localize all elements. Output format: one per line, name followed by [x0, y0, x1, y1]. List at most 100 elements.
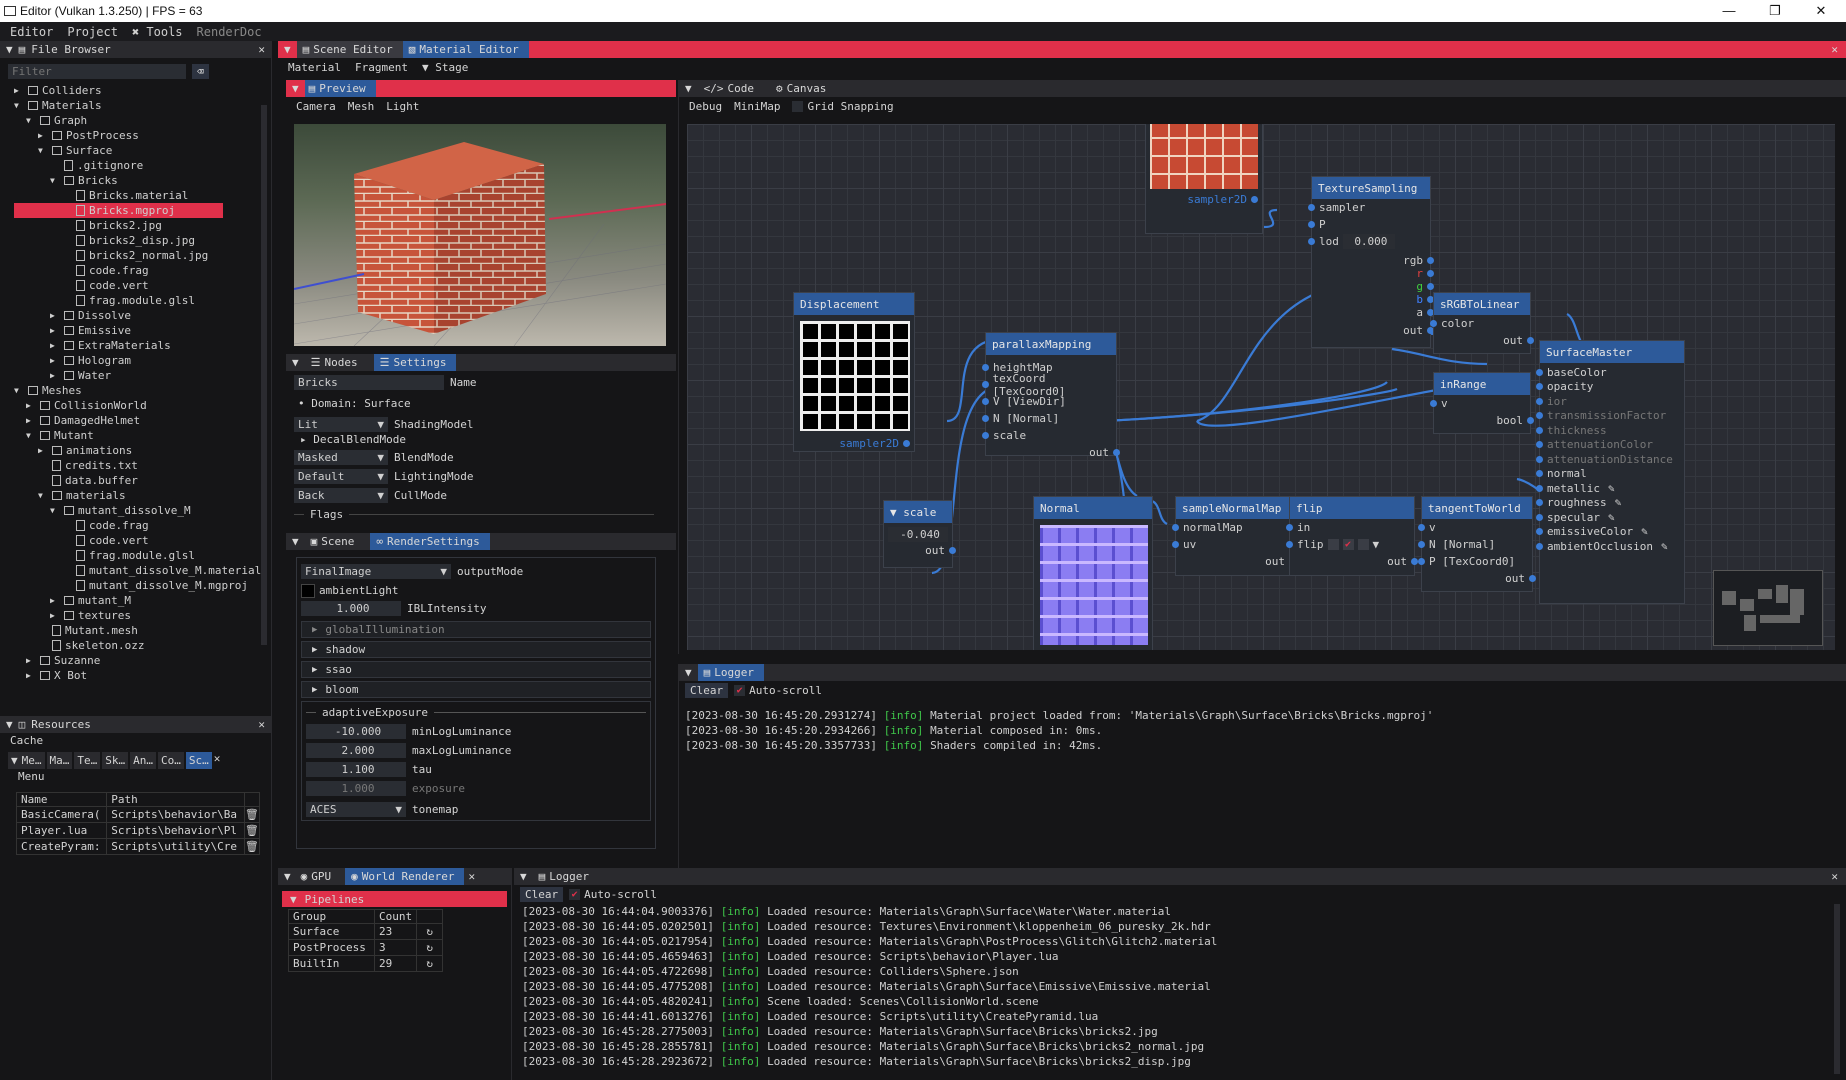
- column-header-count[interactable]: Count: [373, 909, 418, 924]
- input-pin[interactable]: [982, 364, 989, 371]
- file-item[interactable]: code.frag: [14, 518, 271, 533]
- collapse-icon[interactable]: ▼: [292, 535, 299, 548]
- reload-icon[interactable]: ↻: [416, 955, 444, 972]
- chevron-right-icon[interactable]: ▶: [50, 341, 60, 350]
- resource-tab[interactable]: An…: [130, 752, 156, 769]
- shading-model-select[interactable]: Lit ▼: [294, 417, 388, 432]
- tab-logger[interactable]: ▤ Logger: [697, 664, 764, 681]
- canvas-minimap[interactable]: [1713, 570, 1823, 646]
- chevron-down-icon[interactable]: ▼: [38, 491, 48, 500]
- chevron-right-icon[interactable]: ▶: [14, 86, 24, 95]
- folder-item[interactable]: ▼ Meshes: [14, 383, 271, 398]
- file-item[interactable]: data.buffer: [14, 473, 271, 488]
- input-pin[interactable]: [982, 398, 989, 405]
- node-srgb-to-linear[interactable]: sRGBToLinear color out: [1430, 292, 1534, 354]
- output-pin[interactable]: [1527, 337, 1534, 344]
- input-pin[interactable]: [982, 381, 989, 388]
- input-pin[interactable]: [1430, 320, 1437, 327]
- grid-snapping-checkbox[interactable]: [792, 101, 804, 112]
- close-panel-icon[interactable]: ✕: [258, 718, 265, 731]
- chevron-down-icon[interactable]: ▼: [14, 101, 24, 110]
- chevron-right-icon[interactable]: ▶: [50, 611, 60, 620]
- reload-icon[interactable]: ↻: [416, 939, 444, 956]
- file-item[interactable]: Mutant.mesh: [14, 623, 271, 638]
- node-displacement[interactable]: Displacement sampler2D: [793, 292, 915, 452]
- menu-debug[interactable]: Debug: [689, 100, 722, 113]
- menu-project[interactable]: Project: [67, 25, 118, 39]
- collapse-icon[interactable]: ▼: [11, 754, 18, 767]
- section-bloom[interactable]: ▶ bloom: [301, 681, 651, 698]
- edit-icon[interactable]: ✎: [1608, 482, 1615, 495]
- lod-value-input[interactable]: 0.000: [1342, 234, 1395, 249]
- table-row[interactable]: Player.lua Scripts\behavior\Pl 🗑: [15, 822, 261, 839]
- collapse-icon[interactable]: ▼: [292, 356, 299, 369]
- input-pin[interactable]: [1536, 412, 1543, 420]
- chevron-right-icon[interactable]: ▶: [26, 401, 36, 410]
- table-row[interactable]: Surface 23 ↻: [288, 923, 444, 940]
- node-texture-sampling[interactable]: TextureSampling sampler P lod 0.000 rgb r g…: [1308, 176, 1434, 348]
- menu-renderdoc[interactable]: RenderDoc: [197, 25, 262, 39]
- clear-log-button[interactable]: Clear: [685, 683, 729, 698]
- table-row[interactable]: BasicCamera(Scripts\behavior\Ba 🗑: [15, 806, 261, 823]
- menu-stage[interactable]: ▼ Stage: [422, 61, 468, 74]
- folder-item[interactable]: ▼ Bricks: [14, 173, 271, 188]
- menu-fragment[interactable]: Fragment: [355, 61, 408, 74]
- node-tangent-to-world[interactable]: tangentToWorld v N [Normal] P [TexCoord0…: [1418, 496, 1536, 592]
- menu-light[interactable]: Light: [386, 100, 419, 113]
- tab-logger[interactable]: ▤ Logger: [533, 868, 599, 885]
- output-mode-select[interactable]: FinalImage ▼: [301, 564, 451, 579]
- output-pin[interactable]: [1427, 283, 1434, 290]
- folder-item[interactable]: ▼ Mutant: [14, 428, 271, 443]
- node-texture-preview[interactable]: sampler2D: [1145, 124, 1263, 234]
- tab-scene[interactable]: ▣ Scene: [305, 533, 365, 550]
- resource-tab[interactable]: Ma…: [46, 752, 73, 769]
- input-pin[interactable]: [1536, 426, 1543, 434]
- folder-item[interactable]: ▶ Emissive: [14, 323, 271, 338]
- input-pin[interactable]: [1418, 524, 1425, 531]
- collapse-icon[interactable]: ▼: [685, 666, 692, 679]
- node-in-range[interactable]: inRange v bool: [1430, 372, 1534, 434]
- check-icon[interactable]: ✔: [734, 685, 746, 696]
- ibl-intensity-slider[interactable]: 1.000: [301, 601, 401, 616]
- blend-mode-select[interactable]: Masked ▼: [294, 450, 388, 465]
- param-slider[interactable]: -10.000: [306, 724, 406, 739]
- file-item[interactable]: Bricks.material: [14, 188, 271, 203]
- chevron-right-icon[interactable]: ▶: [50, 326, 60, 335]
- chevron-right-icon[interactable]: ▶: [26, 416, 36, 425]
- input-pin[interactable]: [1418, 558, 1425, 565]
- folder-item[interactable]: ▼ Surface: [14, 143, 271, 158]
- chevron-right-icon[interactable]: ▶: [26, 656, 36, 665]
- output-pin[interactable]: [949, 547, 956, 554]
- file-browser-scrollbar[interactable]: [261, 105, 267, 645]
- folder-item[interactable]: ▶ Suzanne: [14, 653, 271, 668]
- input-pin[interactable]: [1430, 400, 1437, 407]
- pipelines-header[interactable]: ▼ Pipelines: [282, 891, 507, 907]
- resource-tab[interactable]: Te…: [74, 752, 101, 769]
- folder-item[interactable]: ▶ mutant_M: [14, 593, 271, 608]
- input-pin[interactable]: [1308, 221, 1315, 228]
- chevron-right-icon[interactable]: ▶: [50, 371, 60, 380]
- node-canvas[interactable]: sampler2D Displacement sampler2D paralla…: [687, 124, 1835, 650]
- input-pin[interactable]: [1172, 524, 1179, 531]
- section-globalillumination[interactable]: ▶ globalIllumination: [301, 621, 651, 638]
- trash-icon[interactable]: 🗑: [243, 838, 261, 855]
- folder-item[interactable]: ▶ textures: [14, 608, 271, 623]
- close-window-icon[interactable]: ✕: [1798, 0, 1844, 22]
- menu-camera[interactable]: Camera: [296, 100, 336, 113]
- folder-item[interactable]: ▶ animations: [14, 443, 271, 458]
- tab-material-editor[interactable]: ▧ Material Editor: [402, 41, 529, 58]
- input-pin[interactable]: [1536, 441, 1543, 449]
- folder-item[interactable]: ▶ Water: [14, 368, 271, 383]
- chevron-down-icon[interactable]: ▼: [50, 506, 60, 515]
- close-tab-icon[interactable]: ✕: [468, 870, 475, 883]
- flip-y-checkbox[interactable]: ✔: [1342, 539, 1354, 550]
- tab-world-renderer[interactable]: ◉ World Renderer: [345, 868, 465, 885]
- trash-icon[interactable]: 🗑: [243, 822, 261, 839]
- param-slider[interactable]: 1.100: [306, 762, 406, 777]
- input-pin[interactable]: [1536, 383, 1543, 391]
- collapse-icon[interactable]: ▼: [520, 870, 527, 883]
- folder-item[interactable]: ▶ Colliders: [14, 83, 271, 98]
- input-pin[interactable]: [1308, 238, 1315, 245]
- filter-clear-button[interactable]: ⌫: [192, 64, 209, 79]
- input-pin[interactable]: [1172, 541, 1179, 548]
